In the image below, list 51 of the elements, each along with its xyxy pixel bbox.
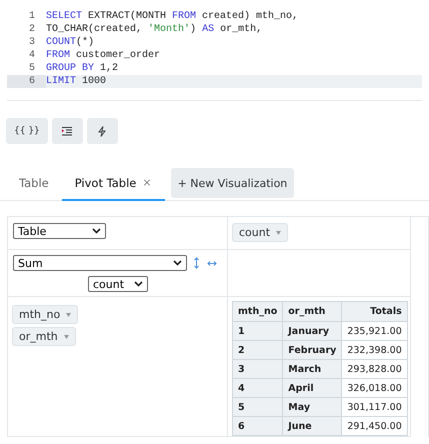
column-header: or_mth bbox=[282, 302, 342, 322]
chevron-icon bbox=[92, 228, 101, 234]
row-header: May bbox=[282, 398, 342, 416]
code-line: 4 FROM customer_order bbox=[28, 49, 162, 62]
row-header: 6 bbox=[232, 416, 283, 436]
row-header: June bbox=[282, 416, 342, 436]
table-cell: 293,828.00 bbox=[342, 360, 408, 378]
row-header: 5 bbox=[232, 398, 283, 416]
code-line: 1 SELECT EXTRACT(MONTH FROM created) mth_no, bbox=[28, 10, 300, 23]
tab[interactable]: Table bbox=[6, 166, 62, 200]
row-header: 2 bbox=[232, 340, 283, 360]
code-line: 5 GROUP BY 1,2 bbox=[28, 62, 120, 75]
autocomplete-button[interactable] bbox=[86, 118, 118, 144]
close-icon[interactable]: × bbox=[142, 176, 152, 189]
table-cell: 235,921.00 bbox=[342, 322, 408, 340]
row-header: March bbox=[282, 360, 342, 378]
caret-icon bbox=[66, 312, 72, 316]
row-header: February bbox=[282, 340, 342, 360]
table-cell: 301,117.00 bbox=[342, 398, 408, 416]
code-line: 3 COUNT(*) bbox=[28, 36, 96, 49]
table-cell: 232,398.00 bbox=[342, 340, 408, 360]
field-chip[interactable]: count bbox=[232, 223, 288, 242]
tab[interactable]: Pivot Table × bbox=[62, 166, 165, 200]
row-header: 3 bbox=[232, 360, 283, 378]
field-select[interactable]: count bbox=[88, 276, 148, 292]
column-header: Totals bbox=[342, 302, 408, 322]
chevron-icon bbox=[173, 260, 182, 266]
aggregator-select[interactable]: Sum bbox=[13, 255, 187, 271]
sort-rows-icon[interactable] bbox=[194, 257, 199, 269]
renderer-select[interactable]: Table bbox=[13, 223, 106, 239]
code-line: 2 TO_CHAR(created, 'Month') AS or_mth, bbox=[28, 23, 264, 36]
caret-icon bbox=[276, 230, 282, 234]
template-button[interactable]: {{ }} bbox=[6, 118, 48, 144]
bolt-icon bbox=[98, 126, 106, 136]
column-header: mth_no bbox=[232, 302, 283, 322]
indent-icon bbox=[62, 126, 72, 136]
table-cell: 291,450.00 bbox=[342, 416, 408, 436]
row-header: April bbox=[282, 378, 342, 398]
field-chip[interactable]: mth_no bbox=[12, 305, 78, 324]
row-header: 1 bbox=[232, 322, 283, 340]
table-cell: 326,018.00 bbox=[342, 378, 408, 398]
field-chip[interactable]: or_mth bbox=[12, 327, 76, 346]
row-header: January bbox=[282, 322, 342, 340]
chevron-icon bbox=[134, 281, 143, 287]
sort-columns-icon[interactable] bbox=[207, 260, 217, 266]
row-header: 4 bbox=[232, 378, 283, 398]
tab-label: Pivot Table bbox=[74, 176, 136, 190]
caret-icon bbox=[64, 334, 69, 338]
new-visualization-button[interactable]: + New Visualization bbox=[170, 168, 294, 198]
tab-label: Table bbox=[19, 176, 49, 190]
format-button[interactable] bbox=[52, 118, 83, 144]
